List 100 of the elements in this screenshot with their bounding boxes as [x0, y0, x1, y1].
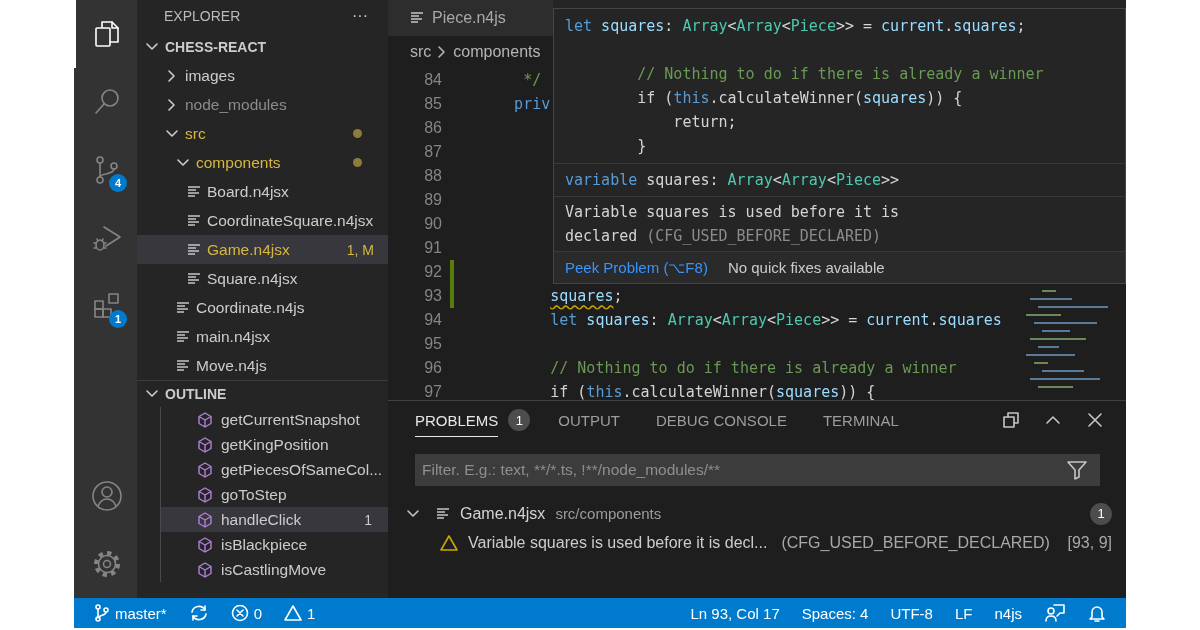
outline-item[interactable]: getPiecesOfSameCol... [161, 457, 388, 482]
file-icon [176, 358, 190, 373]
line-number: 86 [423, 119, 442, 137]
file-icon [410, 11, 424, 25]
line-number: 91 [423, 239, 442, 257]
account-icon[interactable] [90, 480, 123, 512]
file-name: Game.n4jsx [460, 504, 546, 523]
line-number: 96 [423, 359, 442, 377]
extensions-icon[interactable] [91, 291, 122, 321]
cube-icon [197, 511, 213, 528]
panel-tab[interactable]: OUTPUT [558, 403, 621, 437]
line-number: 87 [423, 143, 442, 161]
tree-item[interactable]: node_modules [137, 90, 388, 119]
tree-item[interactable]: CoordinateSquare.n4jsx [137, 206, 388, 235]
more-button[interactable]: ··· [348, 7, 372, 25]
file-icon [187, 184, 201, 199]
panel-tab[interactable]: TERMINAL [822, 403, 899, 437]
count-badge: 4 [109, 174, 127, 192]
line-number: 88 [423, 167, 442, 185]
outline-item[interactable]: getCurrentSnapshot [161, 407, 388, 432]
cube-icon [197, 461, 213, 478]
tree-item[interactable]: components [137, 148, 388, 177]
section-header[interactable]: CHESS-REACT [137, 32, 388, 61]
modified-dot [353, 158, 362, 167]
warning-icon[interactable] [284, 604, 303, 622]
line-number: 84 [423, 71, 442, 89]
panel-tab[interactable]: DEBUG CONSOLE [656, 403, 787, 437]
feedback-icon[interactable] [1044, 603, 1066, 623]
code-line: // Nothing to do if there is already a winner [549, 359, 957, 377]
quick-fix-note: No quick fixes available [727, 259, 885, 276]
outline-item[interactable]: handleClick 1 [161, 507, 388, 532]
problem-item[interactable]: Variable squares is used before it is decl... (CFG_USED_BEFORE_DECLARED) [93, 9] [388, 528, 1126, 557]
status-item[interactable]: 1 [284, 604, 316, 622]
modified-dot [353, 129, 362, 138]
cube-icon [197, 561, 213, 578]
tree-item[interactable]: main.n4jsx [137, 322, 388, 351]
line-number: 92 [423, 263, 442, 281]
problem-position: [93, 9] [1067, 533, 1112, 552]
code-line: let squares: Array<Array<Piece>> = current.squares [549, 311, 1002, 329]
outline-item[interactable]: getKingPosition [161, 432, 388, 457]
filter-field[interactable]: Filter. E.g.: text, **/*.ts, !**/node_modules/** [415, 454, 1100, 486]
sync-icon[interactable] [188, 604, 209, 622]
outline-item[interactable]: isBlackpiece [161, 532, 388, 557]
outline-item[interactable]: isCastlingMove [161, 557, 388, 582]
problem-count: 1 [364, 511, 372, 528]
file-icon [187, 242, 201, 257]
tree-item[interactable]: src [137, 119, 388, 148]
cube-icon [197, 536, 213, 553]
count-badge: 1 [1090, 502, 1112, 525]
line-number: 85 [423, 95, 442, 113]
branch-icon[interactable] [94, 604, 110, 622]
line-number: 94 [423, 311, 442, 329]
tree-item[interactable]: Board.n4jsx [137, 177, 388, 206]
problem-file-row[interactable]: Game.n4jsx src/components 1 [388, 499, 1126, 528]
status-item[interactable]: n4js [994, 604, 1022, 622]
editor-tab[interactable]: Piece.n4js [388, 0, 553, 36]
count-badge: 1 [508, 409, 531, 431]
cube-icon [197, 436, 213, 453]
file-icon [436, 506, 450, 521]
restore-icon[interactable] [1002, 411, 1020, 429]
status-item[interactable]: Spaces: 4 [801, 604, 869, 622]
error-icon[interactable] [230, 604, 249, 622]
tree-item[interactable]: Move.n4js [137, 351, 388, 380]
line-number: 93 [423, 287, 442, 305]
run-debug-icon[interactable] [91, 223, 122, 253]
tree-item[interactable]: Square.n4jsx [137, 264, 388, 293]
filter-icon [1066, 459, 1088, 481]
file-path: src/components [555, 505, 662, 522]
file-icon [187, 271, 201, 286]
status-item[interactable]: UTF-8 [890, 604, 933, 622]
status-item[interactable]: 0 [230, 604, 263, 622]
cube-icon [197, 486, 213, 503]
tree-item[interactable]: Coordinate.n4js [137, 293, 388, 322]
bell-icon[interactable] [1088, 603, 1106, 623]
code-line: */ [522, 71, 542, 89]
file-icon [176, 329, 190, 344]
section-header[interactable]: OUTLINE [137, 380, 388, 407]
code-line: if (this.calculateWinner(squares)) { [549, 383, 876, 400]
line-number: 89 [423, 191, 442, 209]
count-badge: 1 [109, 310, 127, 328]
file-icon [176, 300, 190, 315]
panel-tab[interactable]: PROBLEMS [415, 403, 499, 437]
breadcrumb-item[interactable]: src [410, 43, 432, 61]
file-icon [187, 213, 201, 228]
tree-item[interactable]: Game.n4jsx 1, M [137, 235, 388, 264]
status-item[interactable]: Ln 93, Col 17 [690, 604, 780, 622]
tree-item[interactable]: images [137, 61, 388, 90]
error-message: Variable squares is used before it is declared (CFG_USED_BEFORE_DECLARED) [565, 202, 901, 247]
code-line: priv [513, 95, 551, 113]
close-icon[interactable] [1086, 411, 1104, 429]
breadcrumb-item[interactable]: components [453, 43, 541, 61]
type-signature: variable squares: Array<Array<Piece>> [554, 164, 1125, 197]
status-item[interactable]: LF [954, 604, 973, 622]
status-item[interactable]: master* [94, 604, 167, 622]
git-status: 1, M [346, 241, 374, 258]
peek-problem-link[interactable]: Peek Problem (⌥F8) [565, 258, 708, 277]
outline-item[interactable]: goToStep [161, 482, 388, 507]
cube-icon [197, 411, 213, 428]
sidebar-title: EXPLORER [164, 8, 241, 24]
code-line: squares; [549, 287, 623, 305]
